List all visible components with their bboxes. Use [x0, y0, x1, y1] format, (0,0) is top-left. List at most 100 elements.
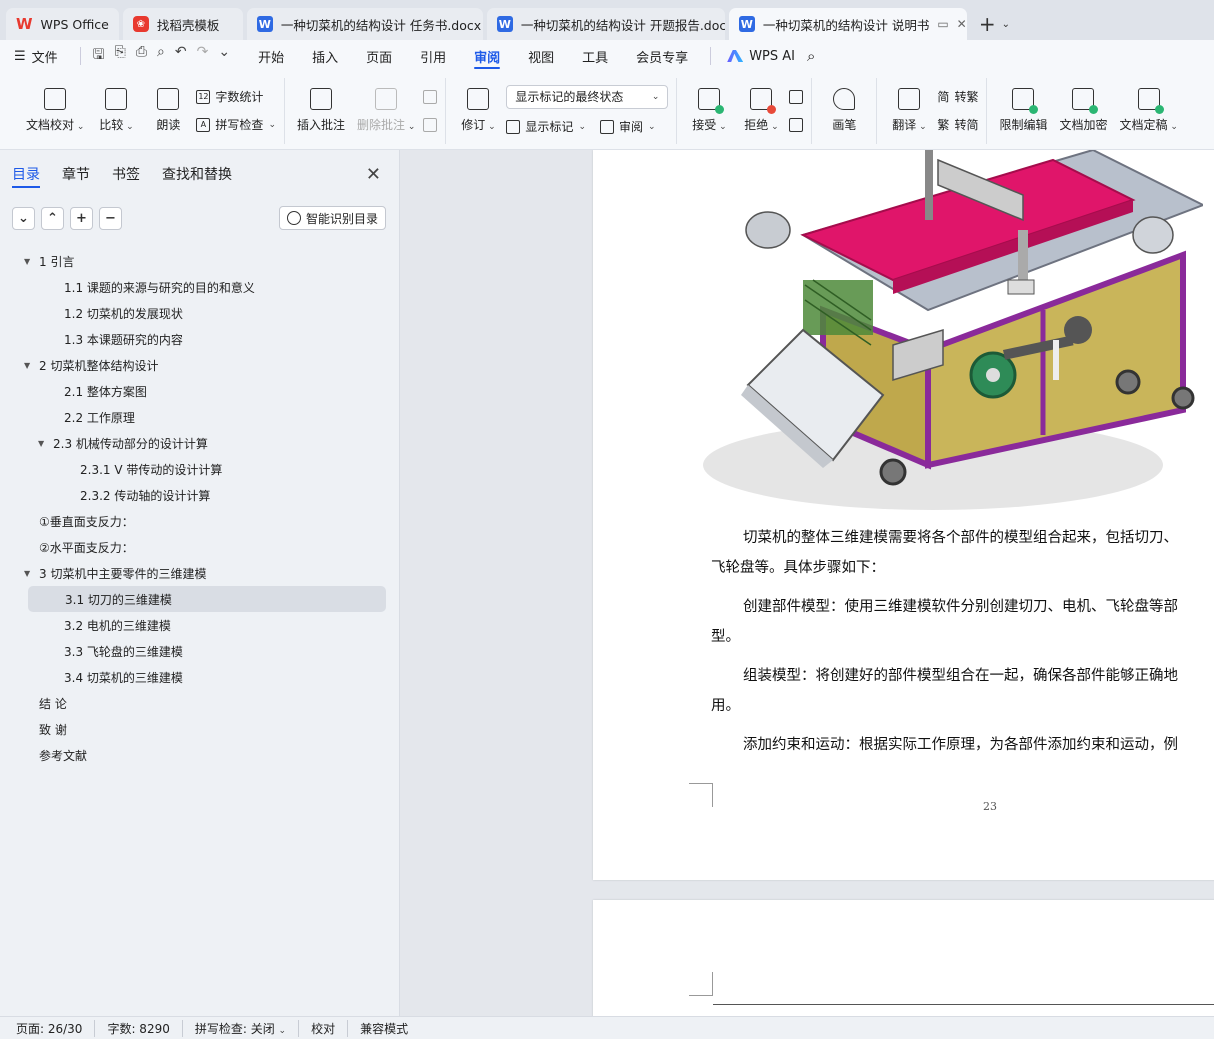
redo-icon[interactable]: ↷: [197, 44, 209, 68]
toc-item[interactable]: 结 论: [0, 690, 399, 716]
toc-item[interactable]: 1.1 课题的来源与研究的目的和意义: [0, 274, 399, 300]
wps-ai-icon: [727, 50, 744, 62]
to-traditional-button[interactable]: 简转繁: [937, 87, 978, 107]
spell-check-indicator[interactable]: 拼写检查: 关闭 ⌄: [195, 1019, 300, 1037]
toc-item[interactable]: 3.2 电机的三维建模: [0, 612, 399, 638]
previous-change-button[interactable]: [789, 87, 804, 107]
menu-reference[interactable]: 引用: [406, 40, 460, 72]
wps-ai-button[interactable]: WPS AI: [719, 49, 803, 64]
accept-button[interactable]: 接受 ⌄: [685, 80, 733, 142]
previous-comment-button[interactable]: [423, 87, 438, 107]
word-count-indicator[interactable]: 字数: 8290: [107, 1019, 183, 1037]
expand-down-icon[interactable]: ⌄: [12, 206, 35, 230]
remove-heading-icon[interactable]: −: [99, 206, 122, 230]
delete-comment-button[interactable]: 删除批注 ⌄: [353, 80, 419, 142]
toc-item[interactable]: 2.3.1 V 带传动的设计计算: [0, 456, 399, 482]
window-icon[interactable]: ▭: [937, 17, 948, 31]
restrict-edit-button[interactable]: 限制编辑: [995, 80, 1051, 142]
tab-template[interactable]: ❀ 找稻壳模板: [122, 8, 243, 40]
tab-task-doc[interactable]: W 一种切菜机的结构设计 任务书.docx: [246, 8, 483, 40]
menu-tools[interactable]: 工具: [568, 40, 622, 72]
compare-button[interactable]: 比较 ⌄: [92, 80, 140, 142]
toc-item[interactable]: 参考文献: [0, 742, 399, 768]
toc-item[interactable]: 致 谢: [0, 716, 399, 742]
undo-icon[interactable]: ↶: [175, 44, 187, 68]
menu-vip[interactable]: 会员专享: [622, 40, 702, 72]
next-comment-button[interactable]: [423, 115, 438, 135]
print-icon[interactable]: ⎙: [136, 44, 147, 68]
tab-chapters[interactable]: 章节: [62, 150, 90, 198]
toc-item[interactable]: 2.3.2 传动轴的设计计算: [0, 482, 399, 508]
close-icon[interactable]: ✕: [366, 164, 381, 185]
menu-insert[interactable]: 插入: [298, 40, 352, 72]
show-markup-button[interactable]: 显示标记 ⌄: [506, 117, 586, 137]
print-preview-icon[interactable]: ⌕: [157, 44, 165, 68]
new-tab-button[interactable]: + ⌄: [971, 8, 1018, 40]
paragraph-continuation[interactable]: 型。: [711, 622, 1214, 652]
file-menu[interactable]: ☰ 文件: [14, 40, 72, 72]
paragraph-continuation[interactable]: 用。: [711, 691, 1214, 721]
expand-triangle-icon[interactable]: ▼: [38, 439, 53, 448]
markup-select[interactable]: 显示标记的最终状态 ⌄: [506, 84, 669, 109]
toc-item[interactable]: 1.2 切菜机的发展现状: [0, 300, 399, 326]
menu-review[interactable]: 审阅: [460, 40, 514, 72]
tab-wps-home[interactable]: W WPS Office: [6, 8, 119, 40]
document-canvas[interactable]: 切菜机的整体三维建模需要将各个部件的模型组合起来，包括切刀、 飞轮盘等。具体步骤…: [400, 150, 1214, 1016]
tab-find-replace[interactable]: 查找和替换: [162, 150, 232, 198]
next-change-button[interactable]: [789, 115, 804, 135]
toc-item[interactable]: ①垂直面支反力：: [0, 508, 399, 534]
smart-toc-button[interactable]: 智能识别目录: [278, 206, 386, 230]
collapse-up-icon[interactable]: ⌃: [41, 206, 64, 230]
toc-item[interactable]: 2.1 整体方案图: [0, 378, 399, 404]
paragraph-continuation[interactable]: 飞轮盘等。具体步骤如下：: [711, 553, 1214, 583]
paragraph[interactable]: 切菜机的整体三维建模需要将各个部件的模型组合起来，包括切刀、: [711, 523, 1214, 553]
page-indicator[interactable]: 页面: 26/30: [16, 1019, 96, 1037]
toc-item[interactable]: ▼ 2 切菜机整体结构设计: [0, 352, 399, 378]
finalize-button[interactable]: 文档定稿 ⌄: [1115, 80, 1181, 142]
to-simplified-button[interactable]: 繁转简: [937, 115, 978, 135]
toc-item[interactable]: ▼ 2.3 机械传动部分的设计计算: [0, 430, 399, 456]
read-aloud-button[interactable]: 朗读: [144, 80, 192, 142]
add-heading-icon[interactable]: +: [70, 206, 93, 230]
proof-indicator[interactable]: 校对: [311, 1019, 349, 1037]
menu-page[interactable]: 页面: [352, 40, 406, 72]
translate-button[interactable]: 翻译 ⌄: [885, 80, 933, 142]
chevron-down-icon[interactable]: ⌄: [1002, 19, 1010, 30]
tab-toc[interactable]: 目录: [12, 150, 40, 198]
toc-item[interactable]: 2.2 工作原理: [0, 404, 399, 430]
toc-item[interactable]: 3.4 切菜机的三维建模: [0, 664, 399, 690]
paragraph[interactable]: 创建部件模型：使用三维建模软件分别创建切刀、电机、飞轮盘等部: [711, 592, 1214, 622]
spell-check-button[interactable]: A 拼写检查 ⌄: [196, 115, 276, 135]
save-icon[interactable]: 🖫: [93, 44, 105, 68]
encrypt-button[interactable]: 文档加密: [1055, 80, 1111, 142]
insert-comment-button[interactable]: 插入批注: [293, 80, 349, 142]
toc-item[interactable]: 3.3 飞轮盘的三维建模: [0, 638, 399, 664]
document-page-next[interactable]: [593, 900, 1214, 1016]
word-count-button[interactable]: 12 字数统计: [196, 87, 276, 107]
tab-proposal-doc[interactable]: W 一种切菜机的结构设计 开题报告.docx: [486, 8, 725, 40]
track-changes-button[interactable]: 修订 ⌄: [454, 80, 502, 142]
paragraph[interactable]: 添加约束和运动：根据实际工作原理，为各部件添加约束和运动，例: [711, 730, 1214, 760]
reject-button[interactable]: 拒绝 ⌄: [737, 80, 785, 142]
tab-bookmarks[interactable]: 书签: [112, 150, 140, 198]
expand-triangle-icon[interactable]: ▼: [24, 569, 39, 578]
document-page[interactable]: 切菜机的整体三维建模需要将各个部件的模型组合起来，包括切刀、 飞轮盘等。具体步骤…: [593, 150, 1214, 880]
toc-item[interactable]: 3.1 切刀的三维建模: [28, 586, 386, 612]
menu-view[interactable]: 视图: [514, 40, 568, 72]
toc-item[interactable]: ②水平面支反力：: [0, 534, 399, 560]
doc-check-button[interactable]: 文档校对 ⌄: [22, 80, 88, 142]
toc-item[interactable]: ▼ 3 切菜机中主要零件的三维建模: [0, 560, 399, 586]
toc-item[interactable]: 1.3 本课题研究的内容: [0, 326, 399, 352]
review-pane-button[interactable]: 审阅 ⌄: [599, 117, 656, 137]
expand-triangle-icon[interactable]: ▼: [24, 361, 39, 370]
pen-button[interactable]: 画笔: [820, 80, 868, 142]
menu-start[interactable]: 开始: [244, 40, 298, 72]
tab-manual-doc[interactable]: W 一种切菜机的结构设计 说明书 ▭ ✕: [728, 8, 967, 40]
paragraph[interactable]: 组装模型：将创建好的部件模型组合在一起，确保各部件能够正确地: [711, 661, 1214, 691]
more-chevron-icon[interactable]: ⌄: [218, 44, 230, 68]
export-icon[interactable]: ⎘: [115, 44, 126, 68]
search-icon[interactable]: ⌕: [803, 47, 815, 65]
close-tab-icon[interactable]: ✕: [957, 17, 967, 31]
expand-triangle-icon[interactable]: ▼: [24, 257, 39, 266]
toc-item[interactable]: ▼ 1 引言: [0, 248, 399, 274]
